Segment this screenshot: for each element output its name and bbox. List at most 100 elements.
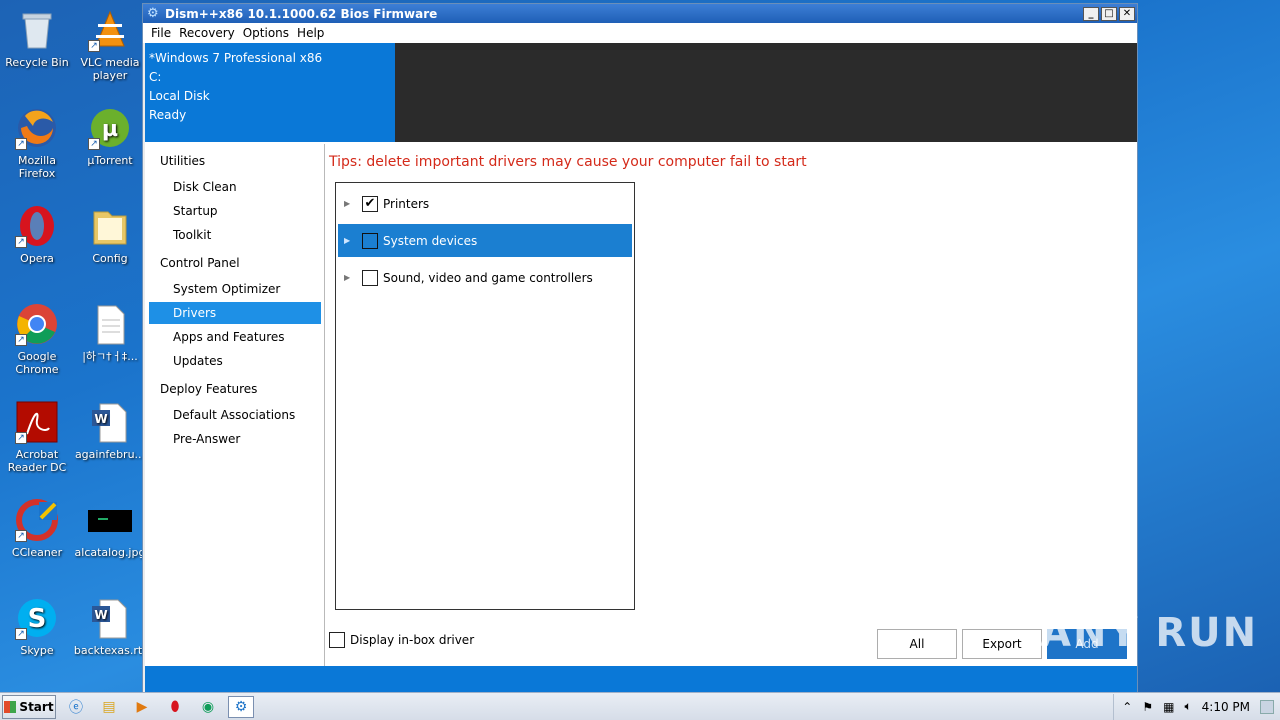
tray-expand-icon[interactable]: ⌃ — [1122, 700, 1132, 714]
desktop-icon-opera[interactable]: ↗ Opera — [0, 204, 74, 265]
desktop-icon-word-doc[interactable]: W againfebru... — [73, 400, 147, 461]
taskbar: Start ⓔ ▤ ▶ ⬮ ◉ ⚙ ⌃ ⚑ ▦ 🔈︎ 4:10 PM — [0, 692, 1280, 720]
session-info[interactable]: *Windows 7 Professional x86 C: Local Dis… — [149, 49, 322, 125]
menu-options[interactable]: Options — [239, 26, 293, 40]
sidebar-item-system-optimizer[interactable]: System Optimizer — [149, 278, 321, 300]
desktop-icon-config[interactable]: Config — [73, 204, 147, 265]
desktop-icon-label: backtexas.rtf — [73, 644, 147, 657]
desktop-icon-label: Skype — [20, 644, 54, 657]
sidebar-item-drivers[interactable]: Drivers — [149, 302, 321, 324]
svg-text:S: S — [28, 604, 47, 634]
content-area: Utilities Disk Clean Startup Toolkit Con… — [145, 142, 1137, 666]
session-status: Ready — [149, 108, 187, 122]
printers-checkbox[interactable]: ✔ — [362, 195, 378, 212]
tree-row-sound-video-game[interactable]: ▶ Sound, video and game controllers — [338, 261, 632, 294]
desktop-icon-document[interactable]: |하ㄱ†ㅓ‡... — [73, 302, 147, 363]
window-bottom-strip — [145, 666, 1137, 692]
menu-help[interactable]: Help — [293, 26, 328, 40]
expand-arrow-icon[interactable]: ▶ — [344, 273, 354, 282]
chrome-taskbar-icon[interactable]: ◉ — [195, 696, 221, 718]
menu-recovery[interactable]: Recovery — [175, 26, 239, 40]
action-center-icon[interactable]: ⚑ — [1142, 700, 1153, 714]
desktop-icon-recycle-bin[interactable]: Recycle Bin — [0, 8, 74, 69]
desktop-icon-label: VLC media player — [80, 56, 140, 82]
image-file-icon — [88, 498, 132, 542]
tree-row-label: Printers — [383, 196, 430, 211]
desktop-icon-label: Config — [92, 252, 128, 265]
desktop-icon-utorrent[interactable]: µ ↗ µTorrent — [73, 106, 147, 167]
system-devices-checkbox[interactable] — [362, 232, 378, 249]
os-name: *Windows 7 Professional x86 — [149, 51, 323, 65]
volume-icon[interactable]: 🔈︎ — [1184, 699, 1191, 714]
display-inbox-checkbox[interactable] — [329, 632, 345, 648]
drive-letter: C: — [149, 70, 162, 84]
sidebar-item-updates[interactable]: Updates — [149, 350, 321, 372]
desktop-icon-label: CCleaner — [11, 546, 63, 559]
media-player-taskbar-icon[interactable]: ▶ — [129, 696, 155, 718]
show-desktop-button[interactable] — [1260, 699, 1274, 714]
desktop-icon-acrobat[interactable]: ↗ Acrobat Reader DC — [0, 400, 74, 474]
windows-flag-icon — [4, 700, 17, 713]
sidebar-item-default-associations[interactable]: Default Associations — [149, 404, 321, 426]
skype-icon: S ↗ — [15, 596, 59, 640]
sidebar-item-startup[interactable]: Startup — [149, 200, 321, 222]
svg-text:µ: µ — [102, 117, 118, 142]
menu-bar: File Recovery Options Help — [143, 23, 1137, 43]
document-icon — [88, 302, 132, 346]
expand-arrow-icon[interactable]: ▶ — [344, 236, 354, 245]
desktop-icon-ccleaner[interactable]: ↗ CCleaner — [0, 498, 74, 559]
sidebar-group-deploy-features: Deploy Features — [160, 382, 258, 396]
desktop-icon-label: Google Chrome — [15, 350, 59, 376]
desktop-icon-chrome[interactable]: ↗ Google Chrome — [0, 302, 74, 376]
opera-taskbar-icon[interactable]: ⬮ — [162, 696, 188, 718]
dism-taskbar-icon[interactable]: ⚙ — [228, 695, 254, 718]
menu-file[interactable]: File — [147, 26, 175, 40]
svg-text:W: W — [94, 412, 107, 426]
svg-text:W: W — [94, 608, 107, 622]
explorer-taskbar-icon[interactable]: ▤ — [96, 696, 122, 718]
tree-row-printers[interactable]: ▶ ✔ Printers — [338, 187, 632, 220]
dism-window: ⚙ Dism++x86 10.1.1000.62 Bios Firmware _… — [142, 3, 1138, 693]
system-tray: ⌃ ⚑ ▦ 🔈︎ 4:10 PM — [1113, 693, 1280, 720]
recycle-bin-icon — [15, 8, 59, 52]
start-button[interactable]: Start — [2, 694, 56, 719]
clock[interactable]: 4:10 PM — [1202, 700, 1250, 714]
tree-row-system-devices[interactable]: ▶ System devices — [338, 224, 632, 257]
maximize-button[interactable]: □ — [1101, 6, 1117, 21]
expand-arrow-icon[interactable]: ▶ — [344, 199, 354, 208]
desktop-icon-word-doc-2[interactable]: W backtexas.rtf — [73, 596, 147, 657]
word-doc-icon-2: W — [88, 596, 132, 640]
sidebar-item-disk-clean[interactable]: Disk Clean — [149, 176, 321, 198]
window-title: Dism++x86 10.1.1000.62 Bios Firmware — [165, 6, 438, 21]
vlc-icon: ↗ — [88, 8, 132, 52]
desktop-icon-image-file[interactable]: alcatalog.jpg — [73, 498, 147, 559]
export-button[interactable]: Export — [962, 629, 1042, 659]
firefox-icon: ↗ — [15, 106, 59, 150]
desktop-icon-skype[interactable]: S ↗ Skype — [0, 596, 74, 657]
desktop-icon-label: |하ㄱ†ㅓ‡... — [82, 350, 138, 363]
disk-name: Local Disk — [149, 89, 210, 103]
desktop-icon-vlc[interactable]: ↗ VLC media player — [73, 8, 147, 82]
tree-row-label: Sound, video and game controllers — [383, 270, 593, 285]
sidebar-item-apps-and-features[interactable]: Apps and Features — [149, 326, 321, 348]
close-button[interactable]: ✕ — [1119, 6, 1135, 21]
all-button[interactable]: All — [877, 629, 957, 659]
title-bar[interactable]: ⚙ Dism++x86 10.1.1000.62 Bios Firmware _… — [143, 4, 1137, 23]
desktop-icon-label: Opera — [20, 252, 54, 265]
minimize-button[interactable]: _ — [1083, 6, 1099, 21]
desktop-icon-label: againfebru... — [74, 448, 146, 461]
sound-video-checkbox[interactable] — [362, 269, 378, 286]
desktop-icon-label: Recycle Bin — [5, 56, 69, 69]
sidebar-item-pre-answer[interactable]: Pre-Answer — [149, 428, 321, 450]
ie-taskbar-icon[interactable]: ⓔ — [63, 696, 89, 718]
desktop-icon-firefox[interactable]: ↗ Mozilla Firefox — [0, 106, 74, 180]
ccleaner-icon: ↗ — [15, 498, 59, 542]
start-label: Start — [19, 699, 54, 714]
gear-icon: ⚙ — [147, 5, 159, 21]
display-inbox-option[interactable]: Display in-box driver — [329, 632, 474, 648]
desktop-icon-label: µTorrent — [87, 154, 133, 167]
sidebar-item-toolkit[interactable]: Toolkit — [149, 224, 321, 246]
network-icon[interactable]: ▦ — [1163, 700, 1174, 714]
driver-tree: ▶ ✔ Printers ▶ System devices ▶ Sound, v… — [335, 182, 635, 610]
utorrent-icon: µ ↗ — [88, 106, 132, 150]
